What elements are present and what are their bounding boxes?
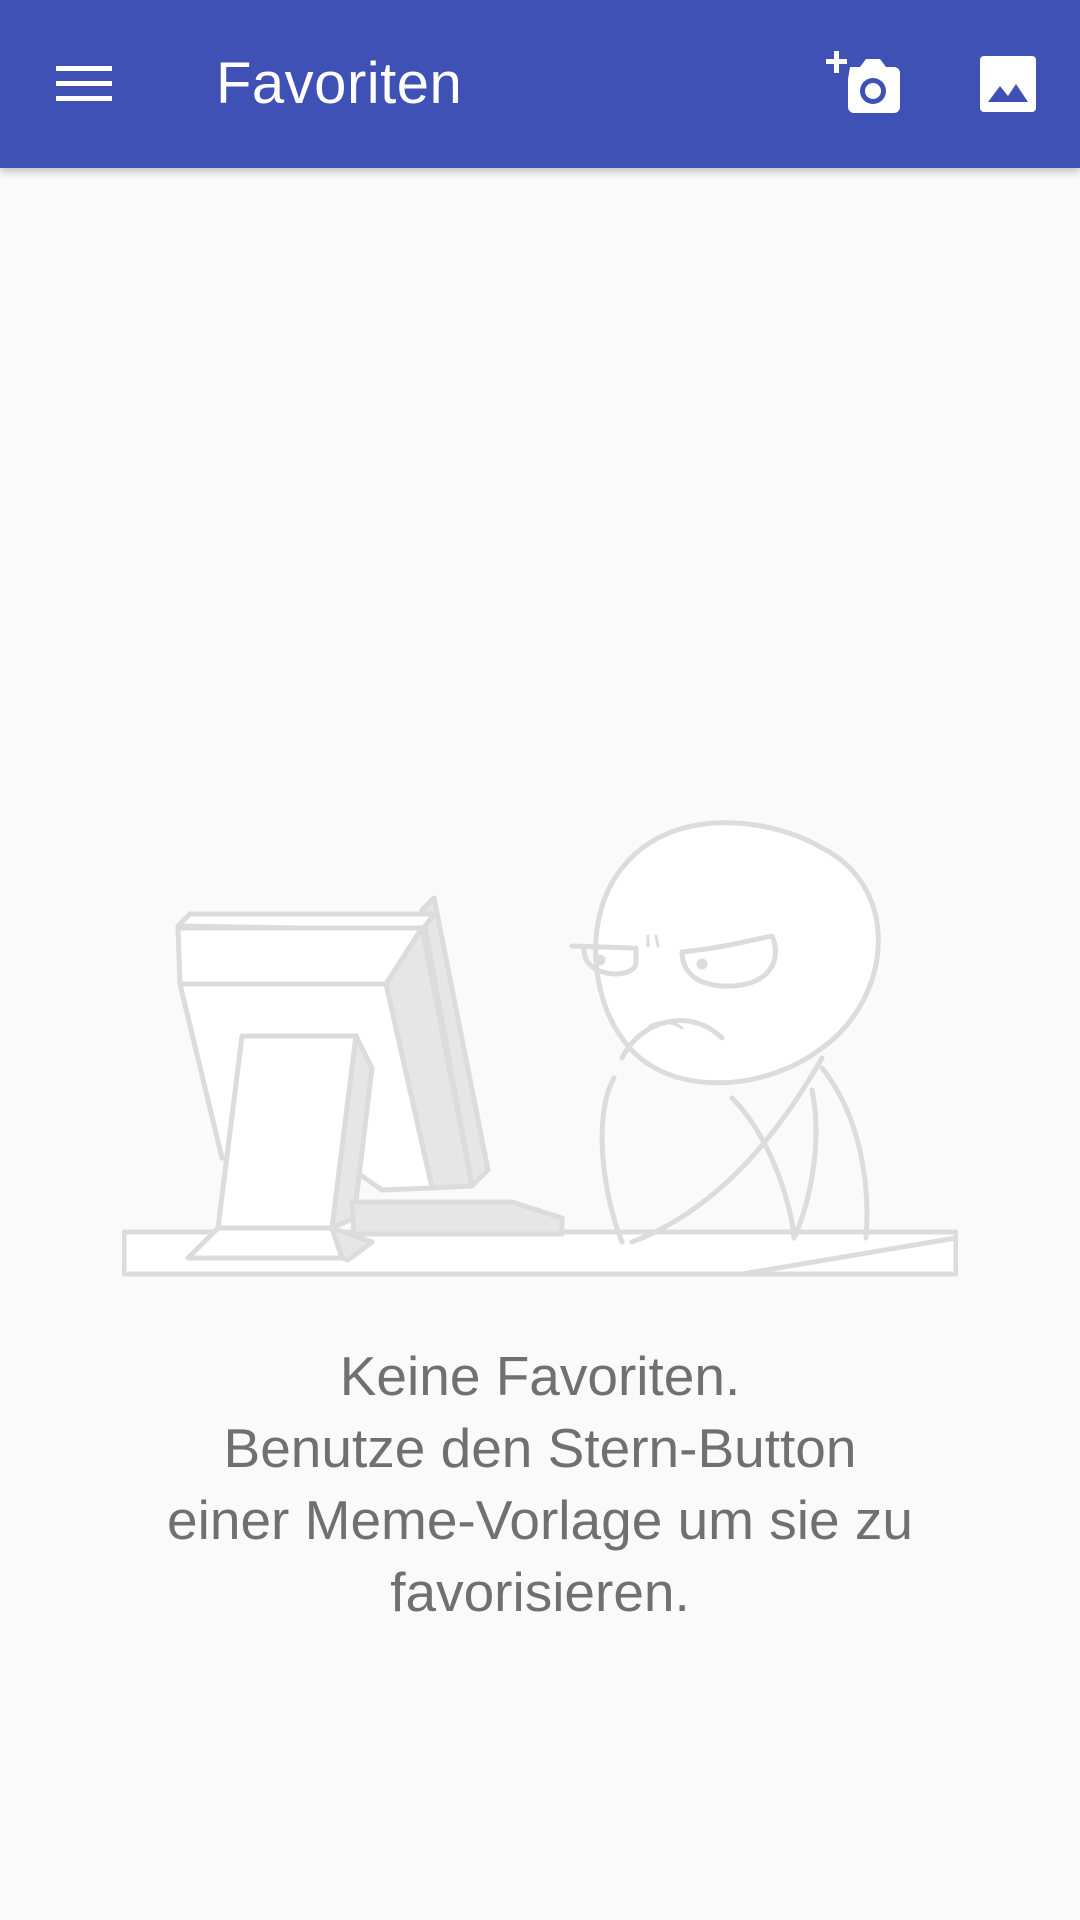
gallery-button[interactable]: [952, 36, 1064, 132]
menu-button[interactable]: [28, 36, 140, 132]
add-photo-camera-icon: [826, 51, 900, 113]
favorites-content: Keine Favoriten. Benutze den Stern-Butto…: [0, 168, 1080, 1920]
image-gallery-icon: [980, 56, 1036, 112]
empty-state-line: einer Meme-Vorlage um sie zu: [167, 1489, 913, 1551]
app-bar: Favoriten: [0, 0, 1080, 168]
empty-state-message: Keine Favoriten. Benutze den Stern-Butto…: [60, 1340, 1020, 1628]
add-photo-button[interactable]: [808, 36, 920, 132]
empty-state-line: Keine Favoriten.: [339, 1345, 741, 1407]
hamburger-menu-icon: [56, 66, 112, 101]
empty-state-line: favorisieren.: [390, 1561, 690, 1623]
empty-state-line: Benutze den Stern-Button: [223, 1417, 857, 1479]
page-title: Favoriten: [216, 51, 463, 116]
empty-state-illustration: [122, 820, 958, 1277]
